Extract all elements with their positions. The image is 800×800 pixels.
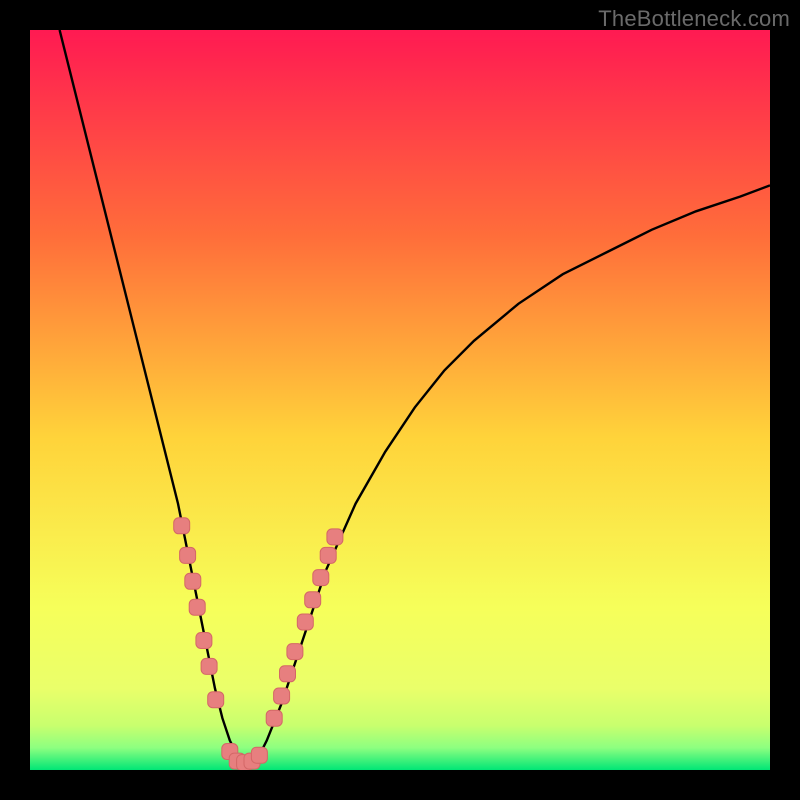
data-marker	[266, 710, 282, 726]
data-marker	[201, 658, 217, 674]
chart-stage: TheBottleneck.com	[0, 0, 800, 800]
data-marker	[305, 592, 321, 608]
chart-svg	[30, 30, 770, 770]
data-marker	[313, 570, 329, 586]
data-marker	[180, 547, 196, 563]
data-marker	[327, 529, 343, 545]
data-marker	[320, 547, 336, 563]
watermark-text: TheBottleneck.com	[598, 6, 790, 32]
plot-area	[30, 30, 770, 770]
data-marker	[280, 666, 296, 682]
data-marker	[287, 644, 303, 660]
data-marker	[208, 692, 224, 708]
data-marker	[185, 573, 201, 589]
data-marker	[297, 614, 313, 630]
gradient-bg	[30, 30, 770, 770]
data-marker	[189, 599, 205, 615]
data-marker	[274, 688, 290, 704]
data-marker	[174, 518, 190, 534]
data-marker	[251, 747, 267, 763]
data-marker	[196, 633, 212, 649]
